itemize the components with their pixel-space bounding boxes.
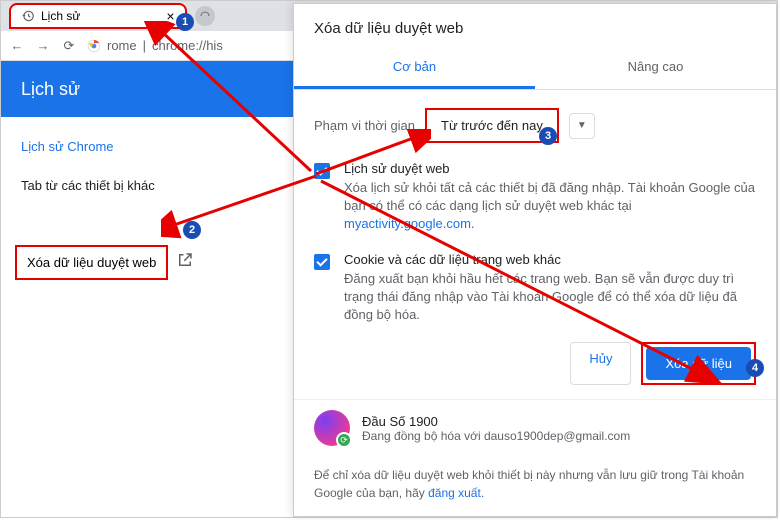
- history-icon: [21, 9, 35, 23]
- reload-icon[interactable]: ⟳: [61, 38, 77, 54]
- new-tab-button[interactable]: [195, 6, 215, 26]
- chevron-down-icon[interactable]: ▼: [569, 113, 595, 139]
- back-icon[interactable]: ←: [9, 38, 25, 53]
- sidebar: Lịch sử Lịch sử Chrome Tab từ các thiết …: [1, 61, 293, 517]
- external-link-icon: [176, 251, 194, 274]
- sync-icon: ⟳: [336, 432, 352, 448]
- annotation-badge-3: 3: [539, 127, 557, 145]
- profile-row: ⟳ Đầu Số 1900 Đang đồng bộ hóa với dauso…: [294, 399, 776, 456]
- dialog-tabs: Cơ bản Nâng cao: [294, 47, 776, 90]
- sidebar-item-chrome-history[interactable]: Lịch sử Chrome: [1, 127, 293, 166]
- profile-name: Đầu Số 1900: [362, 414, 630, 429]
- signout-link[interactable]: đăng xuất: [428, 486, 481, 500]
- sidebar-item-other-devices[interactable]: Tab từ các thiết bị khác: [1, 166, 293, 205]
- footer-note: Để chỉ xóa dữ liệu duyệt web khỏi thiết …: [294, 456, 776, 516]
- page-title: Lịch sử: [1, 61, 293, 117]
- clear-data-dialog: Xóa dữ liệu duyệt web Cơ bản Nâng cao Ph…: [293, 3, 777, 517]
- close-icon[interactable]: ×: [166, 8, 174, 24]
- myactivity-link[interactable]: myactivity.google.com: [344, 216, 471, 231]
- checkbox-cookies[interactable]: [314, 254, 330, 270]
- url-display[interactable]: rome | chrome://his: [87, 38, 223, 53]
- cancel-button[interactable]: Hủy: [570, 342, 631, 385]
- clear-browsing-data-link[interactable]: Xóa dữ liệu duyệt web: [15, 245, 168, 280]
- checkbox-history[interactable]: [314, 163, 330, 179]
- tab-title: Lịch sử: [41, 9, 80, 23]
- clear-data-button[interactable]: Xóa dữ liệu: [646, 347, 751, 380]
- annotation-badge-2: 2: [183, 221, 201, 239]
- tab-basic[interactable]: Cơ bản: [294, 47, 535, 89]
- tab-advanced[interactable]: Nâng cao: [535, 47, 776, 89]
- annotation-badge-4: 4: [746, 359, 764, 377]
- forward-icon[interactable]: →: [35, 38, 51, 53]
- tab-history[interactable]: Lịch sử ×: [9, 3, 187, 29]
- time-range-label: Phạm vi thời gian: [314, 118, 415, 133]
- option-browsing-history[interactable]: Lịch sử duyệt web Xóa lịch sử khỏi tất c…: [314, 161, 756, 234]
- dialog-title: Xóa dữ liệu duyệt web: [294, 4, 776, 47]
- profile-sync-status: Đang đồng bộ hóa với dauso1900dep@gmail.…: [362, 429, 630, 443]
- option-cookies[interactable]: Cookie và các dữ liệu trang web khác Đăn…: [314, 252, 756, 325]
- annotation-badge-1: 1: [176, 13, 194, 31]
- chrome-icon: [87, 39, 101, 53]
